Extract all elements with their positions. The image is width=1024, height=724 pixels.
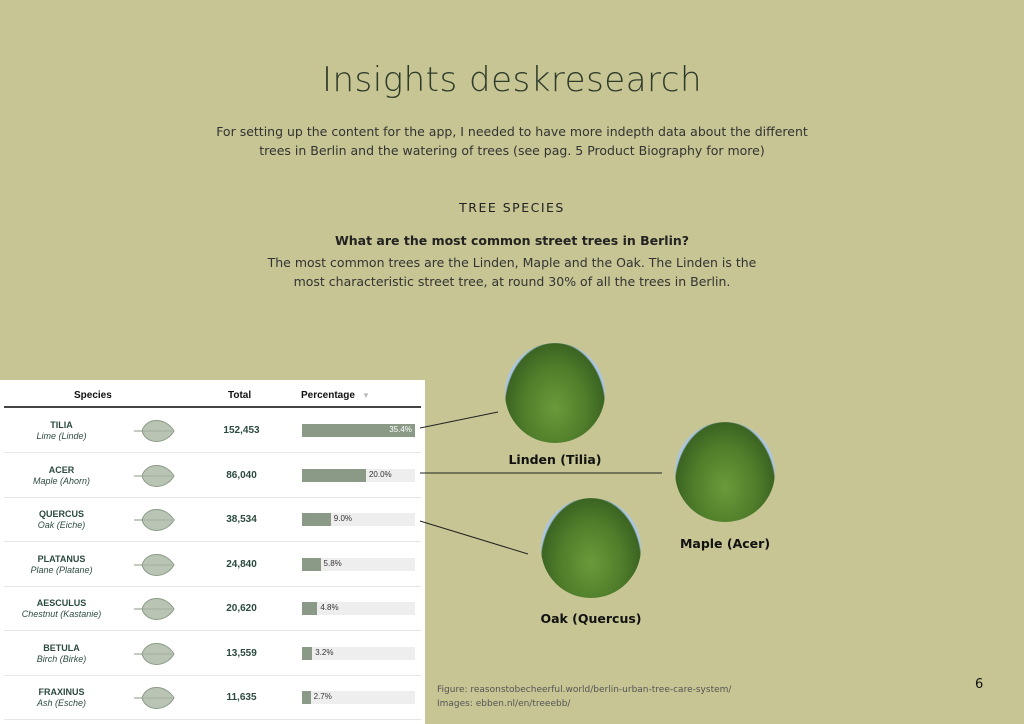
oak-photo xyxy=(541,498,641,598)
connector-linden xyxy=(419,411,499,429)
linden-photo xyxy=(505,343,605,443)
maple-photo xyxy=(675,422,775,522)
footer-credits: Figure: reasonstobecheerful.world/berlin… xyxy=(437,683,731,711)
page-number: 6 xyxy=(975,677,984,692)
maple-label: Maple (Acer) xyxy=(679,536,771,551)
connector-oak xyxy=(419,520,529,555)
linden-label: Linden (Tilia) xyxy=(508,452,602,467)
figure-credit: Figure: reasonstobecheerful.world/berlin… xyxy=(437,685,732,695)
images-credit: Images: ebben.nl/en/treeebb/ xyxy=(437,699,571,709)
oak-label: Oak (Quercus) xyxy=(540,611,642,626)
